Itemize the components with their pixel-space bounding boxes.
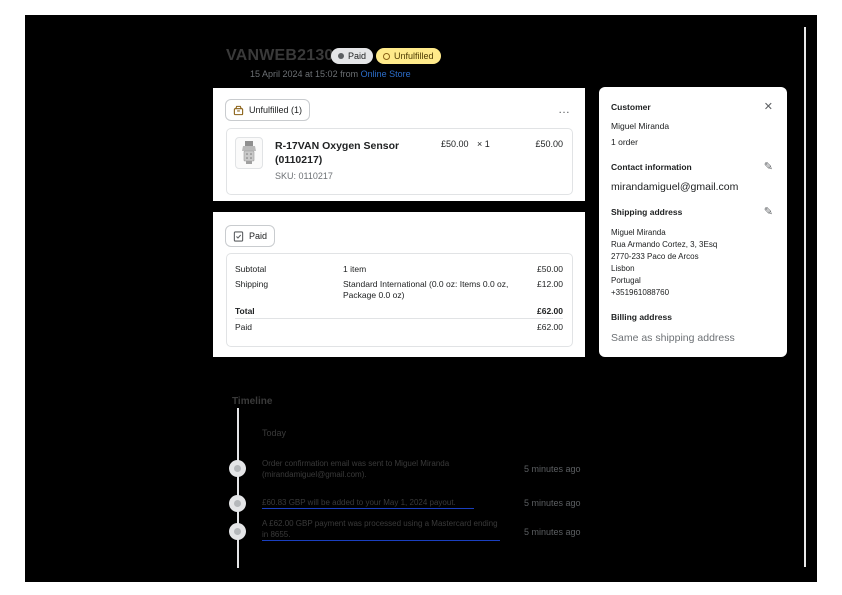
timeline-event-link[interactable]: £60.83 GBP will be added to your May 1, … (262, 497, 474, 509)
timeline-event-time: 5 minutes ago (524, 527, 581, 537)
fulfillment-badge-label: Unfulfilled (394, 51, 434, 61)
address-line: +351961088760 (611, 288, 670, 297)
paid-dot-icon (338, 53, 344, 59)
timeline-day-label: Today (262, 428, 287, 438)
customer-email[interactable]: mirandamiguel@gmail.com (611, 181, 738, 193)
customer-orders[interactable]: 1 order (611, 136, 638, 148)
product-name-link[interactable]: R-17VAN Oxygen Sensor (0110217) (275, 139, 415, 167)
shipping-address: Miguel Miranda Rua Armando Cortez, 3, 3E… (611, 227, 717, 299)
row-detail: Standard International (0.0 oz: Items 0.… (343, 279, 509, 300)
customer-name-link[interactable]: Miguel Miranda (611, 120, 669, 132)
row-label: Paid (235, 322, 253, 332)
paid-badge-label: Paid (348, 51, 367, 61)
address-line: Portugal (611, 276, 641, 285)
row-label: Total (235, 306, 255, 316)
row-amount: £50.00 (537, 264, 563, 274)
paid-chip: Paid (225, 225, 276, 247)
line-total: £50.00 (535, 139, 563, 149)
timeline-event-link[interactable]: A £62.00 GBP payment was processed using… (262, 518, 500, 541)
unit-price: £50.00 (441, 139, 469, 149)
order-date: 15 April 2024 at 15:02 from (250, 69, 359, 79)
quantity: × 1 (477, 139, 490, 149)
unfulfilled-chip-label: Unfulfilled (1) (249, 105, 303, 115)
timeline-event-time: 5 minutes ago (524, 464, 581, 474)
timeline-title: Timeline (232, 396, 273, 407)
paid-chip-label: Paid (249, 231, 268, 241)
shipping-heading: Shipping address (611, 207, 683, 217)
unfulfilled-card: Unfulfilled (1) … R-17VAN Oxygen Sensor … (213, 88, 585, 201)
timeline-event-time: 5 minutes ago (524, 498, 581, 508)
timeline-event-dot (229, 460, 246, 477)
row-label: Shipping (235, 279, 269, 289)
timeline-event-dot (229, 523, 246, 540)
close-icon[interactable]: ✕ (764, 100, 773, 113)
row-amount: £62.00 (537, 306, 563, 316)
customer-card: Customer ✕ Miguel Miranda 1 order Contac… (599, 87, 787, 357)
billing-heading: Billing address (611, 312, 672, 322)
payment-card: Paid Subtotal 1 item £50.00 Shipping Sta… (213, 212, 585, 357)
fulfillment-status-badge: Unfulfilled (376, 48, 441, 64)
address-line: 2770-233 Paco de Arcos (611, 252, 699, 261)
row-amount: £62.00 (537, 322, 563, 332)
order-id-title: VANWEB2130 (226, 47, 334, 64)
edit-shipping-pencil-icon[interactable]: ✎ (764, 205, 773, 218)
row-detail: 1 item (343, 264, 367, 274)
order-date-line: 15 April 2024 at 15:02 from Online Store (250, 69, 411, 79)
row-amount: £12.00 (537, 279, 563, 289)
address-line: Rua Armando Cortez, 3, 3Esq (611, 240, 718, 249)
timeline-line (237, 408, 239, 568)
line-item-box: R-17VAN Oxygen Sensor (0110217) SKU: 011… (226, 128, 573, 195)
paid-status-badge: Paid (331, 48, 374, 64)
box-icon (233, 105, 244, 115)
product-thumbnail[interactable] (235, 137, 263, 169)
scrollbar-track[interactable] (804, 27, 806, 567)
receipt-check-icon (233, 230, 244, 242)
address-line: Lisbon (611, 264, 635, 273)
billing-text: Same as shipping address (611, 332, 735, 344)
timeline-event-dot (229, 495, 246, 512)
row-label: Subtotal (235, 264, 267, 274)
timeline-event-text: Order confirmation email was sent to Mig… (262, 459, 450, 479)
payment-summary-box: Subtotal 1 item £50.00 Shipping Standard… (226, 253, 573, 347)
unfulfilled-ring-icon (383, 52, 390, 60)
channel-link[interactable]: Online Store (361, 69, 411, 79)
address-line: Miguel Miranda (611, 228, 666, 237)
customer-heading: Customer (611, 102, 651, 112)
contact-heading: Contact information (611, 162, 692, 172)
more-actions-icon[interactable]: … (558, 102, 571, 116)
oxygen-sensor-image-icon (242, 141, 256, 164)
summary-divider (235, 318, 563, 319)
product-sku: SKU: 0110217 (275, 171, 333, 181)
unfulfilled-chip: Unfulfilled (1) (225, 99, 311, 121)
edit-contact-pencil-icon[interactable]: ✎ (764, 160, 773, 173)
